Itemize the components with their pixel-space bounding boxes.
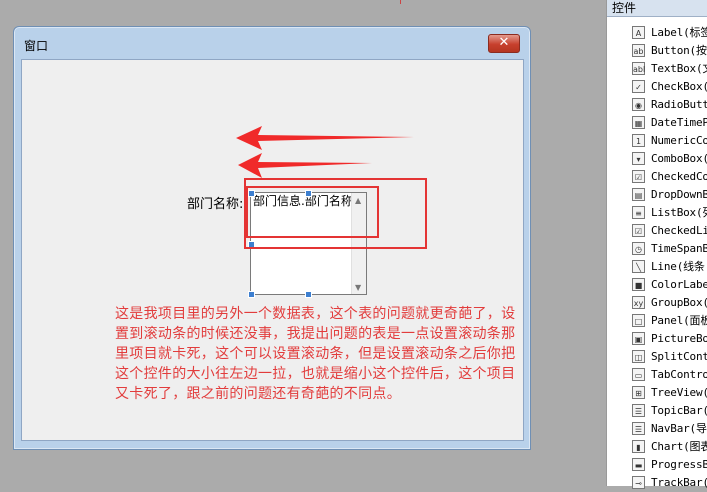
control-icon: ◉ — [632, 98, 645, 111]
control-icon: ▤ — [632, 188, 645, 201]
control-icon: ▾ — [632, 152, 645, 165]
annotation-arrow-icon — [236, 126, 414, 150]
toolbox-item[interactable]: ▤ DropDownB — [607, 186, 707, 204]
control-icon: ⊸ — [632, 476, 645, 489]
toolbox-list: A Label(标签 ab Button(按 abl TextBox(文 ✓ CheckBox… — [607, 24, 707, 492]
toolbox-item-label: NavBar(导 — [651, 422, 707, 435]
toolbox-panel: 控件 A Label(标签 ab Button(按 abl TextBox(文 ✓ Check… — [606, 0, 707, 489]
toolbox-item[interactable]: ◷ TimeSpanB — [607, 240, 707, 258]
toolbox-item[interactable]: ◉ RadioButto — [607, 96, 707, 114]
control-icon: 1 — [632, 134, 645, 147]
toolbox-item[interactable]: ╲ Line(线条 — [607, 258, 707, 276]
control-icon: ☰ — [632, 422, 645, 435]
resize-handle[interactable] — [248, 291, 255, 298]
control-icon: ⊞ — [632, 386, 645, 399]
toolbox-item-label: CheckBox( — [651, 80, 707, 93]
toolbox-item[interactable]: ◫ SplitCont — [607, 348, 707, 366]
resize-handle[interactable] — [305, 291, 312, 298]
toolbox-item-label: SplitCont — [651, 350, 707, 363]
toolbox-item-label: Line(线条 — [651, 260, 705, 273]
control-icon: ✓ — [632, 80, 645, 93]
designed-form-window[interactable]: 窗口 ✕ 部门名称: 部门信息.部门名称 ▲ ▼ 这是我项目里的另外一个数据表，… — [13, 26, 531, 450]
control-icon: ▭ — [632, 368, 645, 381]
toolbox-item[interactable]: ▣ PictureBox — [607, 330, 707, 348]
control-icon: ▦ — [632, 116, 645, 129]
control-icon: ▬ — [632, 458, 645, 471]
toolbox-item-label: CheckedCo — [651, 170, 707, 183]
form-title: 窗口 — [24, 39, 49, 53]
toolbox-item-label: NumericCo — [651, 134, 707, 147]
control-icon: ▣ — [632, 332, 645, 345]
toolbox-item[interactable]: A Label(标签 — [607, 24, 707, 42]
control-icon: ☑ — [632, 170, 645, 183]
toolbox-item-label: ColorLabel — [651, 278, 707, 291]
toolbox-item-label: TreeView( — [651, 386, 707, 399]
toolbox-item-label: RadioButto — [651, 98, 707, 111]
control-icon: ╲ — [632, 260, 645, 273]
toolbox-item-label: Panel(面板 — [651, 314, 707, 327]
toolbox-item[interactable]: ▬ ProgressBa — [607, 456, 707, 474]
scroll-down-icon[interactable]: ▼ — [355, 283, 361, 292]
control-icon: ◷ — [632, 242, 645, 255]
toolbox-item-label: DateTimeP — [651, 116, 707, 129]
toolbox-item[interactable]: ▮ Chart(图表 — [607, 438, 707, 456]
toolbox-item-label: Button(按 — [651, 44, 707, 57]
toolbox-item[interactable]: ☑ CheckedLi — [607, 222, 707, 240]
annotation-note: 这是我项目里的另外一个数据表，这个表的问题就更奇葩了，设置到滚动条的时候还没事，… — [115, 306, 516, 402]
toolbox-item[interactable]: ▾ ComboBox( — [607, 150, 707, 168]
control-icon: ◫ — [632, 350, 645, 363]
toolbox-item-label: CheckedLi — [651, 224, 707, 237]
control-icon: A — [632, 26, 645, 39]
toolbox-item-label: ListBox(列 — [651, 206, 707, 219]
control-icon: ▮ — [632, 440, 645, 453]
design-surface[interactable]: 窗口 ✕ 部门名称: 部门信息.部门名称 ▲ ▼ 这是我项目里的另外一个数据表，… — [0, 0, 606, 486]
toolbox-item[interactable]: ab Button(按 — [607, 42, 707, 60]
toolbox-item-label: ProgressBa — [651, 458, 707, 471]
toolbox-item[interactable]: ■ ColorLabel — [607, 276, 707, 294]
department-name-label: 部门名称: — [187, 197, 244, 212]
toolbox-item[interactable]: ☰ TopicBar( — [607, 402, 707, 420]
close-icon[interactable]: ✕ — [488, 34, 520, 53]
toolbox-item-label: TimeSpanB — [651, 242, 707, 255]
toolbox-item-label: Label(标签 — [651, 26, 707, 39]
guide-line — [400, 0, 401, 4]
toolbox-item-label: PictureBox — [651, 332, 707, 345]
toolbox-item[interactable]: ▭ TabControl — [607, 366, 707, 384]
control-icon: xy — [632, 296, 645, 309]
annotation-arrow-icon — [238, 153, 372, 178]
toolbox-item-label: Chart(图表 — [651, 440, 707, 453]
control-icon: ≡ — [632, 206, 645, 219]
toolbox-item-label: ComboBox( — [651, 152, 707, 165]
toolbox-item[interactable]: ☰ NavBar(导 — [607, 420, 707, 438]
control-icon: ab — [632, 44, 645, 57]
toolbox-item[interactable]: ⊸ TrackBar( — [607, 474, 707, 492]
control-icon: ☑ — [632, 224, 645, 237]
toolbox-item[interactable]: abl TextBox(文 — [607, 60, 707, 78]
form-client-area[interactable]: 部门名称: 部门信息.部门名称 ▲ ▼ 这是我项目里的另外一个数据表，这个表的问… — [21, 59, 524, 441]
toolbox-item[interactable]: ⊞ TreeView( — [607, 384, 707, 402]
toolbox-item[interactable]: ✓ CheckBox( — [607, 78, 707, 96]
toolbox-item-label: TextBox(文 — [651, 62, 707, 75]
toolbox-item[interactable]: xy GroupBox( — [607, 294, 707, 312]
control-icon: □ — [632, 314, 645, 327]
toolbox-item[interactable]: □ Panel(面板 — [607, 312, 707, 330]
control-icon: ■ — [632, 278, 645, 291]
toolbox-header: 控件 — [607, 0, 707, 17]
toolbox-item[interactable]: ≡ ListBox(列 — [607, 204, 707, 222]
toolbox-item-label: TabControl — [651, 368, 707, 381]
toolbox-item-label: DropDownB — [651, 188, 707, 201]
control-icon: abl — [632, 62, 645, 75]
toolbox-item[interactable]: ▦ DateTimeP — [607, 114, 707, 132]
toolbox-item-label: TopicBar( — [651, 404, 707, 417]
annotation-box — [246, 186, 379, 238]
toolbox-item[interactable]: ☑ CheckedCo — [607, 168, 707, 186]
control-icon: ☰ — [632, 404, 645, 417]
toolbox-item[interactable]: 1 NumericCo — [607, 132, 707, 150]
toolbox-item-label: TrackBar( — [651, 476, 707, 489]
toolbox-item-label: GroupBox( — [651, 296, 707, 309]
